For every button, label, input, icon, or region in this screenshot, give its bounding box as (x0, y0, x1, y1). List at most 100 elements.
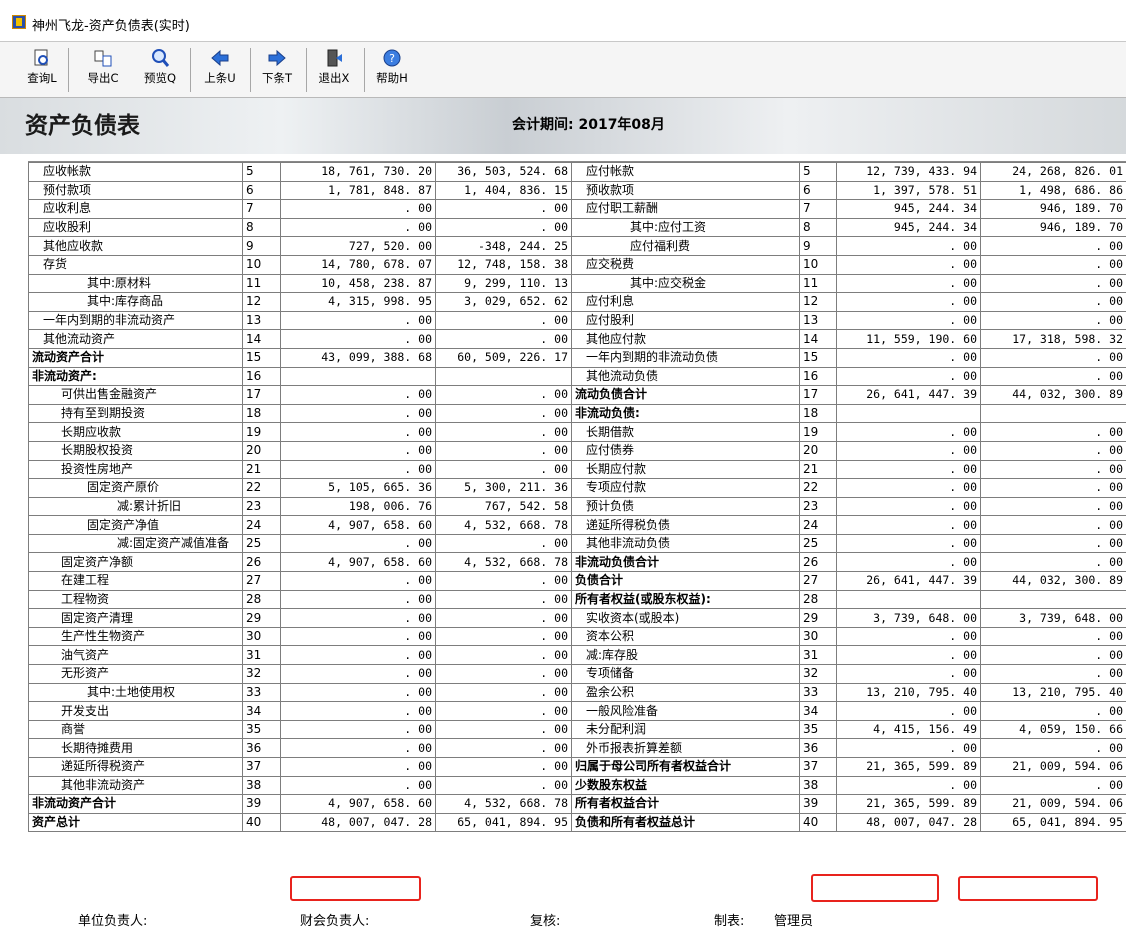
liability-begin-balance[interactable]: 13, 210, 795. 40 (980, 682, 1126, 703)
asset-end-balance[interactable]: . 00 (280, 664, 436, 684)
asset-item-name[interactable]: 流动资产合计 (28, 347, 243, 368)
asset-line-number[interactable]: 9 (242, 236, 281, 256)
liability-line-number[interactable]: 16 (799, 366, 837, 387)
asset-line-number[interactable]: 32 (242, 664, 281, 684)
liability-item-name[interactable]: 减:库存股 (571, 645, 800, 666)
liability-begin-balance[interactable]: 24, 268, 826. 01 (980, 162, 1126, 182)
liability-item-name[interactable]: 实收资本(或股本) (571, 608, 800, 628)
asset-item-name[interactable]: 一年内到期的非流动资产 (28, 310, 243, 331)
asset-end-balance[interactable]: . 00 (280, 403, 436, 424)
liability-end-balance[interactable] (836, 589, 981, 610)
liability-line-number[interactable]: 25 (799, 533, 837, 554)
asset-item-name[interactable]: 预付款项 (28, 180, 243, 201)
asset-end-balance[interactable]: . 00 (280, 701, 436, 721)
asset-end-balance[interactable]: . 00 (280, 329, 436, 349)
asset-begin-balance[interactable]: . 00 (435, 664, 572, 684)
liability-line-number[interactable]: 27 (799, 571, 837, 591)
asset-begin-balance[interactable]: 60, 509, 226. 17 (435, 347, 572, 368)
asset-item-name[interactable]: 生产性生物资产 (28, 626, 243, 647)
liability-begin-balance[interactable]: 4, 059, 150. 66 (980, 719, 1126, 740)
liability-item-name[interactable]: 所有者权益(或股东权益): (571, 589, 800, 610)
liability-end-balance[interactable]: . 00 (836, 273, 981, 294)
asset-line-number[interactable]: 30 (242, 626, 281, 647)
asset-line-number[interactable]: 38 (242, 775, 281, 796)
liability-item-name[interactable]: 一年内到期的非流动负债 (571, 347, 800, 368)
asset-end-balance[interactable]: . 00 (280, 645, 436, 666)
asset-end-balance[interactable]: . 00 (280, 310, 436, 331)
liability-item-name[interactable]: 流动负债合计 (571, 385, 800, 405)
asset-item-name[interactable]: 商誉 (28, 719, 243, 740)
asset-line-number[interactable]: 18 (242, 403, 281, 424)
liability-end-balance[interactable] (836, 403, 981, 424)
asset-item-name[interactable]: 其中:原材料 (28, 273, 243, 294)
asset-line-number[interactable]: 35 (242, 719, 281, 740)
asset-end-balance[interactable]: . 00 (280, 199, 436, 219)
asset-line-number[interactable]: 14 (242, 329, 281, 349)
asset-line-number[interactable]: 6 (242, 180, 281, 201)
asset-end-balance[interactable]: 1, 781, 848. 87 (280, 180, 436, 201)
asset-item-name[interactable]: 其中:库存商品 (28, 292, 243, 312)
exit-button[interactable]: 退出X (314, 48, 354, 92)
liability-end-balance[interactable]: . 00 (836, 440, 981, 461)
next-record-button[interactable]: 下条T (256, 48, 298, 92)
liability-end-balance[interactable]: . 00 (836, 664, 981, 684)
liability-item-name[interactable]: 递延所得税负债 (571, 515, 800, 535)
asset-begin-balance[interactable]: 4, 532, 668. 78 (435, 515, 572, 535)
liability-end-balance[interactable]: 26, 641, 447. 39 (836, 571, 981, 591)
asset-end-balance[interactable]: . 00 (280, 571, 436, 591)
liability-begin-balance[interactable]: 17, 318, 598. 32 (980, 329, 1126, 349)
asset-line-number[interactable]: 13 (242, 310, 281, 331)
asset-end-balance[interactable]: . 00 (280, 775, 436, 796)
liability-end-balance[interactable]: 26, 641, 447. 39 (836, 385, 981, 405)
asset-end-balance[interactable] (280, 366, 436, 387)
asset-item-name[interactable]: 减:固定资产减值准备 (28, 533, 243, 554)
liability-end-balance[interactable]: . 00 (836, 236, 981, 256)
liability-end-balance[interactable]: . 00 (836, 459, 981, 480)
asset-line-number[interactable]: 40 (242, 812, 281, 833)
liability-begin-balance[interactable]: . 00 (980, 515, 1126, 535)
asset-begin-balance[interactable]: . 00 (435, 459, 572, 480)
liability-item-name[interactable]: 其他非流动负债 (571, 533, 800, 554)
liability-item-name[interactable]: 盈余公积 (571, 682, 800, 703)
asset-line-number[interactable]: 17 (242, 385, 281, 405)
asset-item-name[interactable]: 递延所得税资产 (28, 757, 243, 777)
liability-end-balance[interactable]: 1, 397, 578. 51 (836, 180, 981, 201)
asset-end-balance[interactable]: . 00 (280, 608, 436, 628)
liability-line-number[interactable]: 24 (799, 515, 837, 535)
asset-end-balance[interactable]: 5, 105, 665. 36 (280, 478, 436, 498)
liability-begin-balance[interactable]: . 00 (980, 626, 1126, 647)
liability-line-number[interactable]: 18 (799, 403, 837, 424)
asset-end-balance[interactable]: 4, 315, 998. 95 (280, 292, 436, 312)
liability-begin-balance[interactable]: . 00 (980, 645, 1126, 666)
liability-begin-balance[interactable]: . 00 (980, 459, 1126, 480)
asset-begin-balance[interactable]: . 00 (435, 682, 572, 703)
liability-line-number[interactable]: 8 (799, 217, 837, 238)
asset-begin-balance[interactable]: 65, 041, 894. 95 (435, 812, 572, 833)
asset-end-balance[interactable]: . 00 (280, 422, 436, 442)
asset-item-name[interactable]: 其他流动资产 (28, 329, 243, 349)
asset-end-balance[interactable]: . 00 (280, 626, 436, 647)
liability-item-name[interactable]: 归属于母公司所有者权益合计 (571, 757, 800, 777)
liability-line-number[interactable]: 5 (799, 162, 837, 182)
asset-begin-balance[interactable]: 4, 532, 668. 78 (435, 794, 572, 814)
liability-end-balance[interactable]: . 00 (836, 775, 981, 796)
asset-end-balance[interactable]: 18, 761, 730. 20 (280, 162, 436, 182)
asset-item-name[interactable]: 固定资产净值 (28, 515, 243, 535)
balance-sheet-grid[interactable]: 应收帐款 5 18, 761, 730. 20 36, 503, 524. 68 应付帐… (28, 161, 1126, 902)
liability-item-name[interactable]: 长期应付款 (571, 459, 800, 480)
asset-begin-balance[interactable]: . 00 (435, 608, 572, 628)
liability-item-name[interactable]: 其他应付款 (571, 329, 800, 349)
asset-item-name[interactable]: 持有至到期投资 (28, 403, 243, 424)
asset-line-number[interactable]: 10 (242, 254, 281, 275)
asset-end-balance[interactable]: 727, 520. 00 (280, 236, 436, 256)
asset-begin-balance[interactable]: . 00 (435, 775, 572, 796)
liability-begin-balance[interactable]: . 00 (980, 478, 1126, 498)
asset-line-number[interactable]: 34 (242, 701, 281, 721)
liability-item-name[interactable]: 长期借款 (571, 422, 800, 442)
liability-item-name[interactable]: 所有者权益合计 (571, 794, 800, 814)
asset-end-balance[interactable]: . 00 (280, 217, 436, 238)
asset-item-name[interactable]: 非流动资产: (28, 366, 243, 387)
liability-begin-balance[interactable]: 44, 032, 300. 89 (980, 385, 1126, 405)
liability-end-balance[interactable]: . 00 (836, 626, 981, 647)
asset-item-name[interactable]: 应收利息 (28, 199, 243, 219)
